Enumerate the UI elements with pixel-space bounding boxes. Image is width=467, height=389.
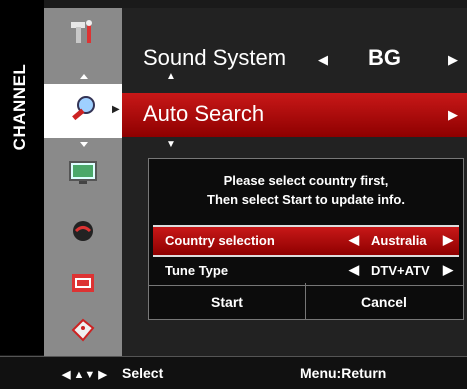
country-selection-label: Country selection	[165, 233, 275, 248]
scroll-down-icon	[80, 142, 88, 147]
country-selection-option[interactable]: Country selection ◀ Australia ▶	[153, 225, 459, 257]
menu-tab-media[interactable]	[44, 258, 122, 312]
tools-icon	[71, 20, 92, 43]
cancel-button[interactable]: Cancel	[306, 287, 462, 317]
tune-type-option[interactable]: Tune Type ◀ DTV+ATV ▶	[153, 257, 459, 285]
dialog-message-line1: Please select country first,	[223, 173, 389, 188]
bottom-hint-bar: ◀ ▲▼ ▶ Select Menu:Return	[0, 356, 467, 389]
menu-icon-column: ▶	[44, 8, 122, 356]
menu-tab-picture[interactable]	[44, 148, 122, 202]
ball-icon	[73, 221, 93, 241]
tag-icon	[71, 318, 95, 342]
sound-system-left-icon[interactable]: ◀	[318, 52, 328, 68]
scroll-up-icon	[80, 74, 88, 79]
country-left-icon[interactable]: ◀	[349, 232, 359, 248]
sound-system-label: Sound System	[143, 45, 287, 70]
tune-type-right-icon[interactable]: ▶	[443, 262, 453, 278]
menu-tab-channel[interactable]: ▶	[44, 84, 122, 138]
sound-system-right-icon[interactable]: ▶	[448, 52, 458, 68]
return-hint: Menu:Return	[300, 365, 387, 381]
dialog-message-line2: Then select Start to update info.	[207, 192, 405, 207]
auto-search-label: Auto Search	[143, 101, 265, 126]
dialog-message: Please select country first, Then select…	[149, 171, 463, 209]
country-right-icon[interactable]: ▶	[443, 232, 453, 248]
media-icon	[72, 274, 94, 292]
menu-tab-setup[interactable]	[44, 8, 122, 62]
navigation-arrows-icon: ◀ ▲▼ ▶	[62, 369, 107, 381]
menu-tab-support[interactable]	[44, 306, 122, 360]
auto-search-row[interactable]: Auto Search ▶	[122, 93, 467, 137]
search-icon	[72, 96, 95, 121]
auto-search-dialog: Please select country first, Then select…	[148, 158, 464, 320]
channel-label: CHANNEL	[10, 63, 29, 151]
up-arrow-icon: ▲	[166, 71, 176, 82]
tune-type-value: DTV+ATV	[371, 263, 430, 278]
dialog-divider	[149, 285, 463, 286]
down-arrow-icon: ▼	[166, 139, 176, 150]
selected-arrow-icon: ▶	[112, 104, 120, 115]
tune-type-left-icon[interactable]: ◀	[349, 262, 359, 278]
start-button[interactable]: Start	[149, 287, 305, 317]
country-selection-value: Australia	[371, 233, 427, 248]
channel-side-label: CHANNEL	[0, 0, 44, 355]
sound-system-value[interactable]: BG	[368, 45, 401, 71]
tv-menu-screen: CHANNEL ▶ Sound System ◀ BG ▶ ▲ Auto Sea…	[0, 0, 467, 389]
tv-screen-icon	[69, 161, 97, 184]
auto-search-right-icon: ▶	[448, 107, 458, 122]
menu-tab-sound[interactable]	[44, 206, 122, 260]
select-hint: Select	[122, 365, 164, 381]
tune-type-label: Tune Type	[165, 263, 229, 278]
